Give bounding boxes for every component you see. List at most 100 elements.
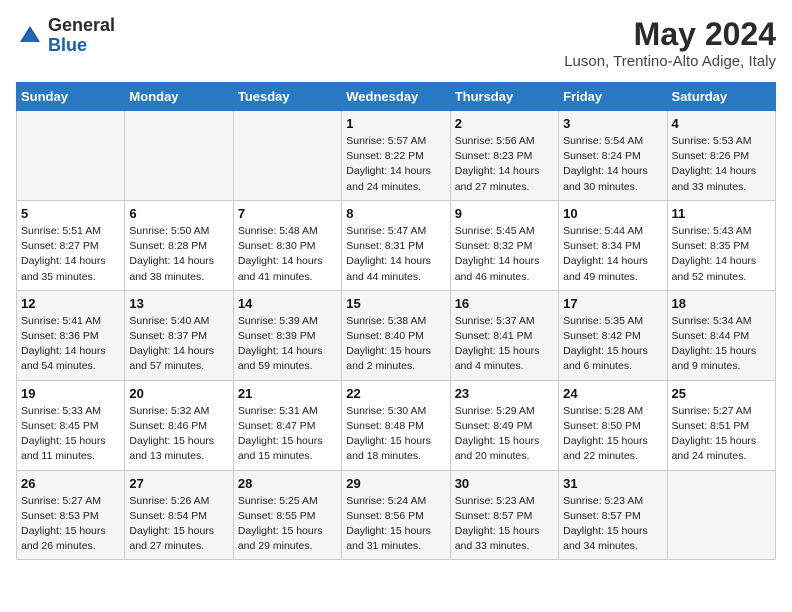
sunrise-text: Sunrise: 5:27 AM [672,404,771,419]
header-tuesday: Tuesday [233,83,341,111]
daylight-hours-text: Daylight: 15 hours [346,524,445,539]
table-row: 21 Sunrise: 5:31 AMSunset: 8:47 PMDayligh… [233,380,341,470]
daylight-minutes-text: and 41 minutes. [238,270,337,285]
daylight-hours-text: Daylight: 14 hours [346,254,445,269]
day-number: 2 [455,116,554,131]
daylight-minutes-text: and 27 minutes. [129,539,228,554]
sunset-text: Sunset: 8:47 PM [238,419,337,434]
table-row: 19Sunrise: 5:33 AMSunset: 8:45 PMDayligh… [17,380,125,470]
daylight-minutes-text: and 24 minutes. [346,180,445,195]
sunrise-text: Sunrise: 5:50 AM [129,224,228,239]
sunrise-text: Sunrise: 5:38 AM [346,314,445,329]
table-row: 4Sunrise: 5:53 AMSunset: 8:26 PMDaylight… [667,111,775,201]
daylight-hours-text: Daylight: 15 hours [238,434,337,449]
table-row: 13Sunrise: 5:40 AMSunset: 8:37 PMDayligh… [125,290,233,380]
day-number: 21 [238,386,337,401]
daylight-hours-text: Daylight: 15 hours [455,434,554,449]
sunset-text: Sunset: 8:48 PM [346,419,445,434]
day-number: 23 [455,386,554,401]
logo-icon [16,22,44,50]
calendar-week-row: 1Sunrise: 5:57 AMSunset: 8:22 PMDaylight… [17,111,776,201]
sunset-text: Sunset: 8:51 PM [672,419,771,434]
table-row: 11Sunrise: 5:43 AMSunset: 8:35 PMDayligh… [667,200,775,290]
daylight-hours-text: Daylight: 15 hours [455,524,554,539]
sunrise-text: Sunrise: 5:47 AM [346,224,445,239]
table-row: 31Sunrise: 5:23 AMSunset: 8:57 PMDayligh… [559,470,667,560]
sunrise-text: Sunrise: 5:31 AM [238,404,337,419]
daylight-minutes-text: and 54 minutes. [21,359,120,374]
sunrise-text: Sunrise: 5:26 AM [129,494,228,509]
sunrise-text: Sunrise: 5:57 AM [346,134,445,149]
sunrise-text: Sunrise: 5:48 AM [238,224,337,239]
daylight-hours-text: Daylight: 14 hours [21,344,120,359]
table-row: 9Sunrise: 5:45 AMSunset: 8:32 PMDaylight… [450,200,558,290]
daylight-hours-text: Daylight: 14 hours [238,344,337,359]
table-row: 5Sunrise: 5:51 AMSunset: 8:27 PMDaylight… [17,200,125,290]
table-row: 28Sunrise: 5:25 AMSunset: 8:55 PMDayligh… [233,470,341,560]
logo-blue-text: Blue [48,35,87,55]
day-number: 28 [238,476,337,491]
day-number: 3 [563,116,662,131]
header-monday: Monday [125,83,233,111]
sunset-text: Sunset: 8:53 PM [21,509,120,524]
table-row: 23Sunrise: 5:29 AMSunset: 8:49 PMDayligh… [450,380,558,470]
sunset-text: Sunset: 8:42 PM [563,329,662,344]
day-number: 24 [563,386,662,401]
daylight-minutes-text: and 2 minutes. [346,359,445,374]
header-saturday: Saturday [667,83,775,111]
daylight-minutes-text: and 27 minutes. [455,180,554,195]
day-number: 25 [672,386,771,401]
daylight-hours-text: Daylight: 15 hours [672,434,771,449]
day-number: 6 [129,206,228,221]
daylight-minutes-text: and 46 minutes. [455,270,554,285]
daylight-hours-text: Daylight: 15 hours [129,524,228,539]
day-number: 5 [21,206,120,221]
sunset-text: Sunset: 8:46 PM [129,419,228,434]
daylight-hours-text: Daylight: 14 hours [672,254,771,269]
sunset-text: Sunset: 8:55 PM [238,509,337,524]
header-friday: Friday [559,83,667,111]
table-row: 20Sunrise: 5:32 AMSunset: 8:46 PMDayligh… [125,380,233,470]
daylight-hours-text: Daylight: 14 hours [346,164,445,179]
day-number: 1 [346,116,445,131]
daylight-hours-text: Daylight: 15 hours [21,524,120,539]
daylight-minutes-text: and 59 minutes. [238,359,337,374]
daylight-hours-text: Daylight: 14 hours [129,344,228,359]
daylight-hours-text: Daylight: 15 hours [21,434,120,449]
sunset-text: Sunset: 8:56 PM [346,509,445,524]
table-row: 2Sunrise: 5:56 AMSunset: 8:23 PMDaylight… [450,111,558,201]
sunset-text: Sunset: 8:32 PM [455,239,554,254]
sunrise-text: Sunrise: 5:30 AM [346,404,445,419]
month-title: May 2024 [564,16,776,53]
daylight-minutes-text: and 57 minutes. [129,359,228,374]
table-row: 29Sunrise: 5:24 AMSunset: 8:56 PMDayligh… [342,470,450,560]
sunset-text: Sunset: 8:41 PM [455,329,554,344]
sunrise-text: Sunrise: 5:53 AM [672,134,771,149]
day-number: 22 [346,386,445,401]
daylight-hours-text: Daylight: 15 hours [455,344,554,359]
day-number: 15 [346,296,445,311]
sunrise-text: Sunrise: 5:34 AM [672,314,771,329]
table-row: 27Sunrise: 5:26 AMSunset: 8:54 PMDayligh… [125,470,233,560]
daylight-minutes-text: and 11 minutes. [21,449,120,464]
table-row: 30Sunrise: 5:23 AMSunset: 8:57 PMDayligh… [450,470,558,560]
location-subtitle: Luson, Trentino-Alto Adige, Italy [564,53,776,70]
sunrise-text: Sunrise: 5:45 AM [455,224,554,239]
sunrise-text: Sunrise: 5:33 AM [21,404,120,419]
sunset-text: Sunset: 8:36 PM [21,329,120,344]
sunrise-text: Sunrise: 5:37 AM [455,314,554,329]
daylight-minutes-text: and 31 minutes. [346,539,445,554]
table-row: 24Sunrise: 5:28 AMSunset: 8:50 PMDayligh… [559,380,667,470]
sunrise-text: Sunrise: 5:51 AM [21,224,120,239]
daylight-hours-text: Daylight: 15 hours [563,434,662,449]
daylight-hours-text: Daylight: 15 hours [238,524,337,539]
table-row: 10Sunrise: 5:44 AMSunset: 8:34 PMDayligh… [559,200,667,290]
table-row [667,470,775,560]
day-number: 17 [563,296,662,311]
sunset-text: Sunset: 8:45 PM [21,419,120,434]
calendar-week-row: 26Sunrise: 5:27 AMSunset: 8:53 PMDayligh… [17,470,776,560]
table-row: 25 Sunrise: 5:27 AMSunset: 8:51 PMDayligh… [667,380,775,470]
daylight-hours-text: Daylight: 14 hours [672,164,771,179]
sunset-text: Sunset: 8:54 PM [129,509,228,524]
sunrise-text: Sunrise: 5:41 AM [21,314,120,329]
